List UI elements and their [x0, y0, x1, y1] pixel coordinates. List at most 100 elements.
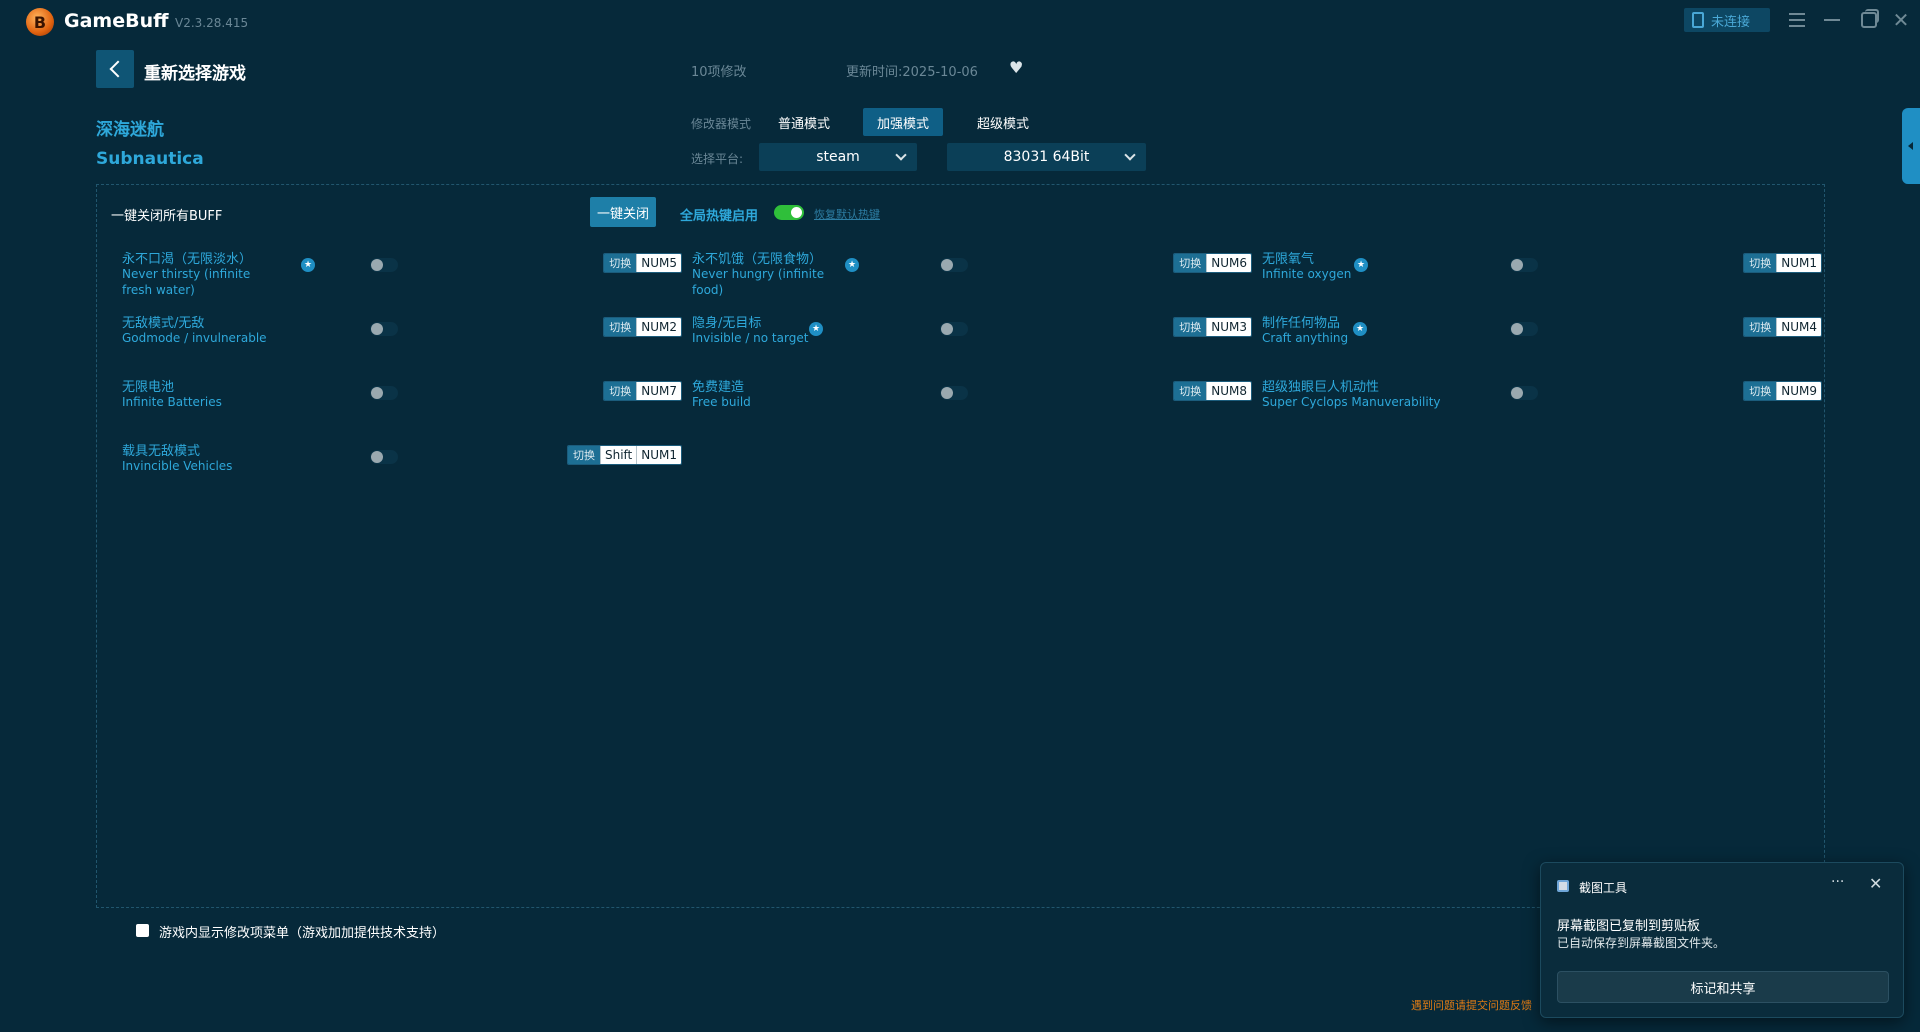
cheat-toggle[interactable]: [370, 322, 398, 336]
cheat-toggle[interactable]: [1510, 322, 1538, 336]
more-icon[interactable]: ···: [1831, 874, 1844, 890]
cheat-name-cn: 隐身/无目标: [692, 316, 762, 331]
mode-super-button[interactable]: 超级模式: [963, 108, 1043, 136]
ingame-menu-label: 游戏内显示修改项菜单（游戏加加提供技术支持）: [159, 926, 446, 941]
mode-enhanced-button[interactable]: 加强模式: [863, 108, 944, 136]
mark-share-button[interactable]: 标记和共享: [1557, 971, 1889, 1003]
global-hotkey-toggle[interactable]: [774, 205, 804, 220]
chevron-down-icon: [1124, 149, 1136, 161]
cheat-item: 载具无敌模式 Invincible Vehicles 切换 Shift NUM1: [122, 440, 682, 490]
connection-label: 未连接: [1711, 14, 1751, 30]
side-panel-tab[interactable]: [1902, 108, 1920, 184]
hotkey-badge[interactable]: 切换 NUM9: [1743, 381, 1822, 401]
platform-select[interactable]: steam: [759, 143, 917, 171]
close-all-button[interactable]: 一键关闭: [590, 197, 656, 227]
cheat-name-cn: 永不口渴（无限淡水）: [122, 252, 253, 267]
switch-label: 切换: [604, 318, 637, 336]
ingame-menu-checkbox[interactable]: [136, 924, 149, 937]
cheat-item: 隐身/无目标 Invisible / no target ★ 切换 NUM3: [692, 312, 1252, 362]
cheat-name-cn: 永不饥饿（无限食物）: [692, 252, 823, 267]
cheat-name-en: Infinite Batteries: [122, 395, 222, 409]
mode-label: 修改器模式: [691, 117, 752, 131]
platform-value: steam: [816, 149, 860, 165]
switch-label: 切换: [1174, 318, 1207, 336]
restore-hotkeys-link[interactable]: 恢复默认热键: [814, 206, 880, 222]
game-name-en: Subnautica: [96, 149, 204, 169]
toast-title: 屏幕截图已复制到剪贴板: [1557, 919, 1701, 934]
hotkey-key: NUM5: [636, 254, 681, 272]
cheat-toggle[interactable]: [370, 450, 398, 464]
cheat-item: 永不饥饿（无限食物） Never hungry (infinite food) …: [692, 248, 1252, 298]
hotkey-badge[interactable]: 切换 NUM3: [1173, 317, 1252, 337]
cheat-name-cn: 制作任何物品: [1262, 316, 1341, 331]
switch-label: 切换: [1744, 254, 1777, 272]
switch-label: 切换: [1744, 382, 1777, 400]
star-icon: ★: [301, 258, 315, 272]
cheat-name-cn: 载具无敌模式: [122, 444, 201, 459]
cheat-name-cn: 超级独眼巨人机动性: [1262, 380, 1380, 395]
title-bar: B GameBuff V2.3.28.415 未连接 ✕: [0, 0, 1920, 44]
cheat-toggle[interactable]: [940, 258, 968, 272]
close-icon[interactable]: ✕: [1869, 874, 1882, 893]
app-logo: B: [26, 8, 54, 36]
cheat-name-en: Infinite oxygen: [1262, 267, 1352, 281]
cheat-item: 制作任何物品 Craft anything ★ 切换 NUM4: [1262, 312, 1822, 362]
game-name-cn: 深海迷航: [96, 120, 164, 140]
close-icon[interactable]: ✕: [1890, 9, 1912, 31]
hotkey-badge[interactable]: 切换 NUM8: [1173, 381, 1252, 401]
cheat-toggle[interactable]: [370, 386, 398, 400]
cheat-toggle[interactable]: [940, 322, 968, 336]
switch-label: 切换: [1744, 318, 1777, 336]
hotkey-key: NUM1: [636, 446, 681, 464]
hotkey-key: NUM7: [636, 382, 681, 400]
connection-button[interactable]: 未连接: [1684, 8, 1770, 32]
hotkey-badge[interactable]: 切换 NUM7: [603, 381, 682, 401]
toast-body: 已自动保存到屏幕截图文件夹。: [1557, 936, 1726, 950]
star-icon: ★: [845, 258, 859, 272]
cheat-name-cn: 无限电池: [122, 380, 175, 395]
cheat-name-en: Free build: [692, 395, 751, 409]
heart-icon[interactable]: ♥: [1009, 58, 1023, 77]
chevron-down-icon: [895, 149, 907, 161]
hotkey-key: NUM3: [1206, 318, 1251, 336]
maximize-icon[interactable]: [1858, 9, 1880, 31]
switch-label: 切换: [604, 254, 637, 272]
star-icon: ★: [1353, 322, 1367, 336]
hotkey-key: NUM9: [1776, 382, 1821, 400]
hotkey-key: NUM2: [636, 318, 681, 336]
hotkey-badge[interactable]: 切换 Shift NUM1: [566, 445, 682, 465]
hotkey-badge[interactable]: 切换 NUM4: [1743, 317, 1822, 337]
snipping-toast: 截图工具 ··· ✕ 屏幕截图已复制到剪贴板 已自动保存到屏幕截图文件夹。 标记…: [1540, 862, 1904, 1018]
update-time: 更新时间:2025-10-06: [846, 65, 978, 80]
close-all-label: 一键关闭所有BUFF: [111, 209, 223, 224]
cheat-name-en: Invisible / no target: [692, 331, 809, 345]
back-button[interactable]: [96, 50, 134, 88]
snipping-tool-icon: [1557, 880, 1569, 892]
cheat-item: 超级独眼巨人机动性 Super Cyclops Manuverability 切…: [1262, 376, 1822, 426]
cheat-toggle[interactable]: [1510, 258, 1538, 272]
global-hotkey-label: 全局热键启用: [680, 209, 759, 224]
menu-icon[interactable]: [1786, 9, 1808, 31]
switch-label: 切换: [1174, 254, 1207, 272]
hotkey-badge[interactable]: 切换 NUM1: [1743, 253, 1822, 273]
cheat-name-en: Godmode / invulnerable: [122, 331, 267, 345]
hotkey-key: NUM4: [1776, 318, 1821, 336]
cheat-toggle[interactable]: [940, 386, 968, 400]
cheat-toggle[interactable]: [370, 258, 398, 272]
cheat-item: 无限电池 Infinite Batteries 切换 NUM7: [122, 376, 682, 426]
cheat-toggle[interactable]: [1510, 386, 1538, 400]
reselect-game-label[interactable]: 重新选择游戏: [144, 59, 246, 84]
app-name: GameBuff: [64, 10, 169, 32]
hotkey-badge[interactable]: 切换 NUM2: [603, 317, 682, 337]
hotkey-badge[interactable]: 切换 NUM6: [1173, 253, 1252, 273]
feedback-link[interactable]: 遇到问题请提交问题反馈: [1411, 997, 1532, 1013]
minimize-icon[interactable]: [1821, 9, 1843, 31]
cheat-item: 无敌模式/无敌 Godmode / invulnerable 切换 NUM2: [122, 312, 682, 362]
cheat-name-cn: 无限氧气: [1262, 252, 1315, 267]
hotkey-key: NUM6: [1206, 254, 1251, 272]
version-select[interactable]: 83031 64Bit: [947, 143, 1146, 171]
mode-normal-button[interactable]: 普通模式: [764, 108, 844, 136]
cheat-name-en: Super Cyclops Manuverability: [1262, 395, 1441, 409]
cheat-item: 免费建造 Free build 切换 NUM8: [692, 376, 1252, 426]
hotkey-badge[interactable]: 切换 NUM5: [603, 253, 682, 273]
